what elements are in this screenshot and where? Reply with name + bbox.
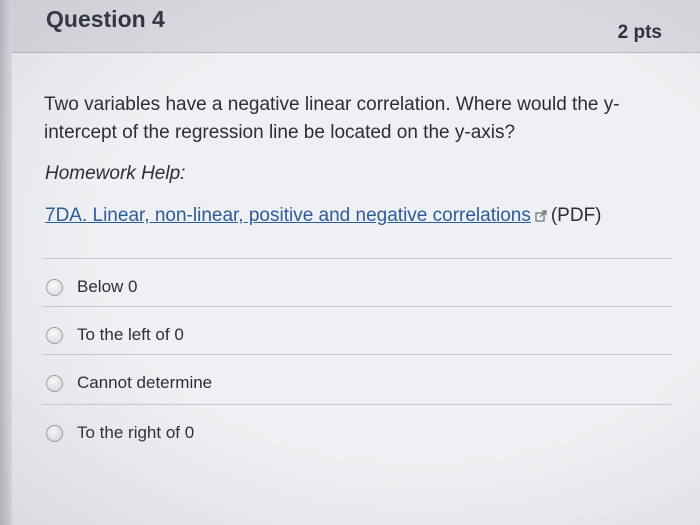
answer-divider bbox=[42, 354, 672, 355]
answer-label: To the left of 0 bbox=[77, 325, 184, 344]
answer-label: To the right of 0 bbox=[77, 423, 195, 442]
answer-divider bbox=[42, 404, 672, 405]
answers-divider-top bbox=[42, 258, 672, 259]
answer-divider bbox=[42, 306, 672, 307]
question-header: Question 4 2 pts bbox=[12, 0, 700, 53]
question-title: Question 4 bbox=[46, 6, 165, 32]
homework-help-label: Homework Help: bbox=[45, 163, 186, 184]
question-text: Two variables have a negative linear cor… bbox=[44, 94, 620, 143]
answer-option-below-0[interactable]: Below 0 bbox=[46, 272, 137, 302]
page-left-edge bbox=[0, 0, 12, 525]
answer-radio-button[interactable] bbox=[46, 326, 63, 344]
answer-option-cannot-determine[interactable]: Cannot determine bbox=[46, 368, 212, 398]
homework-help-row: 7DA. Linear, non-linear, positive and ne… bbox=[45, 205, 602, 227]
answer-option-right-of-0[interactable]: To the right of 0 bbox=[46, 418, 194, 448]
answer-radio-button[interactable] bbox=[46, 424, 63, 442]
question-points: 2 pts bbox=[617, 22, 662, 43]
answer-radio-button[interactable] bbox=[46, 374, 63, 392]
homework-help-format: (PDF) bbox=[550, 205, 602, 226]
answer-radio-button[interactable] bbox=[46, 278, 63, 296]
external-link-icon[interactable] bbox=[535, 210, 547, 222]
answer-label: Below 0 bbox=[77, 277, 138, 296]
question-body: Two variables have a negative linear cor… bbox=[12, 53, 700, 525]
answer-label: Cannot determine bbox=[77, 373, 213, 392]
quiz-screen: Question 4 2 pts Two variables have a ne… bbox=[0, 0, 700, 525]
homework-help-link[interactable]: 7DA. Linear, non-linear, positive and ne… bbox=[45, 205, 531, 226]
answer-option-left-of-0[interactable]: To the left of 0 bbox=[46, 320, 184, 350]
